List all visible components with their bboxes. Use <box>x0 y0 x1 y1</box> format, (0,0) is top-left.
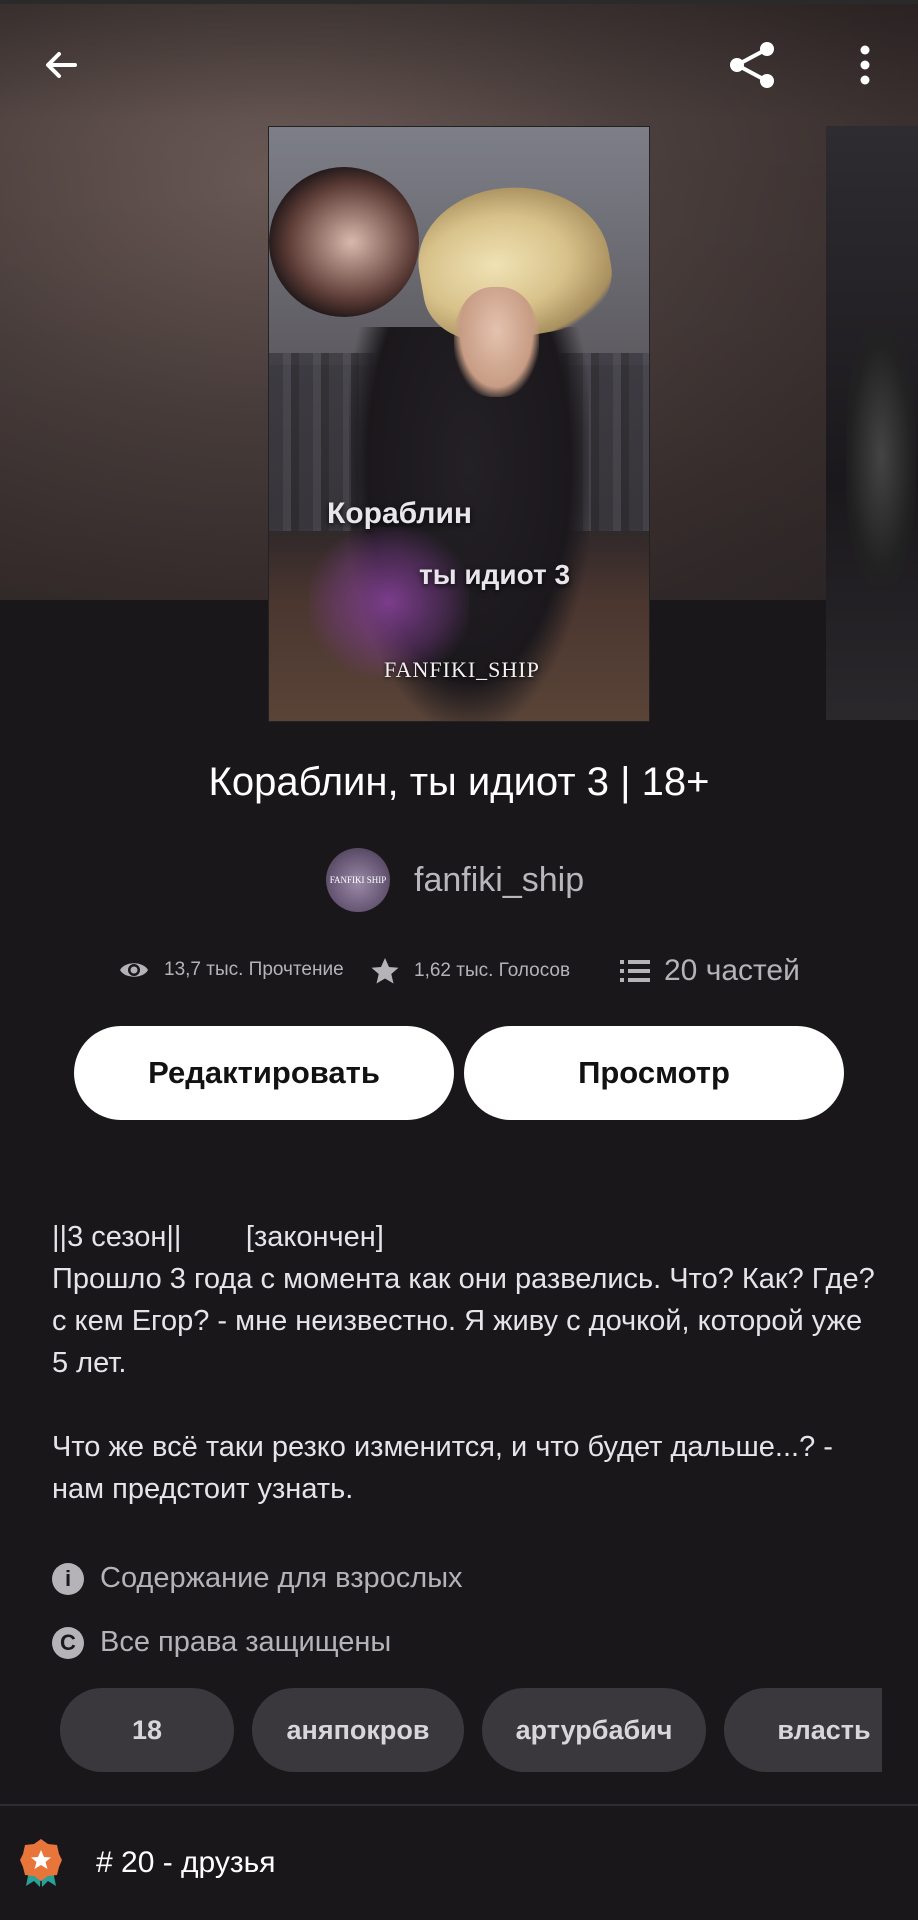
next-story-cover[interactable] <box>826 126 918 720</box>
ranking-row[interactable]: # 20 - друзья <box>20 1838 276 1888</box>
more-vertical-icon <box>860 45 870 85</box>
info-icon: i <box>52 1562 84 1595</box>
story-cover[interactable]: Кораблин ты идиот 3 FANFIKI_SHIP <box>268 126 650 722</box>
tag-chip[interactable]: аняпокров <box>252 1688 464 1772</box>
tag-chip[interactable]: 18 <box>60 1688 234 1772</box>
arrow-left-icon <box>46 52 77 78</box>
parts-stat[interactable]: 20 частей <box>620 954 800 988</box>
status-divider <box>0 0 918 4</box>
share-button[interactable] <box>718 30 788 100</box>
list-icon <box>620 960 650 982</box>
preview-button[interactable]: Просмотр <box>464 1026 844 1120</box>
copyright-icon: C <box>52 1626 84 1659</box>
mature-content-label: Содержание для взрослых <box>100 1562 463 1594</box>
tag-chip[interactable]: артурбабич <box>482 1688 706 1772</box>
section-divider <box>0 1804 918 1806</box>
star-icon <box>371 958 399 984</box>
tags-row: 18 аняпокров артурбабич власть <box>60 1688 882 1774</box>
copyright-row: C Все права защищены <box>52 1626 391 1659</box>
tag-chip[interactable]: власть <box>724 1688 882 1772</box>
story-stats: 13,7 тыс. Прочтение 1,62 тыс. Голосов 20… <box>0 954 918 994</box>
avatar: FANFIKI SHIP <box>326 848 390 912</box>
reads-stat: 13,7 тыс. Прочтение <box>118 958 344 982</box>
author-name: fanfiki_ship <box>414 860 585 899</box>
author-link[interactable]: FANFIKI SHIP fanfiki_ship <box>326 848 584 912</box>
copyright-label: Все права защищены <box>100 1626 392 1658</box>
more-options-button[interactable] <box>830 30 900 100</box>
cover-title-line2: ты идиот 3 <box>419 559 571 590</box>
ranking-label: # 20 - друзья <box>96 1846 276 1879</box>
parts-count: 20 частей <box>664 954 800 987</box>
cover-title-line1: Кораблин <box>327 497 473 530</box>
story-description: ||3 сезон|| [закончен] Прошло 3 года с м… <box>52 1221 875 1505</box>
eye-icon <box>120 963 148 977</box>
edit-button[interactable]: Редактировать <box>74 1026 454 1120</box>
reads-count: 13,7 тыс. Прочтение <box>164 959 344 980</box>
cover-girl-figure <box>269 167 419 317</box>
story-title: Кораблин, ты идиот 3 | 18+ <box>208 760 710 804</box>
votes-stat: 1,62 тыс. Голосов <box>370 956 570 986</box>
votes-count: 1,62 тыс. Голосов <box>414 960 571 981</box>
cover-purple-accent <box>309 527 469 677</box>
share-icon <box>730 42 774 88</box>
mature-content-row: i Содержание для взрослых <box>52 1562 463 1595</box>
back-button[interactable] <box>26 30 96 100</box>
cover-face <box>454 287 539 397</box>
cover-brand: FANFIKI_SHIP <box>384 657 540 682</box>
award-badge-icon <box>20 1839 62 1887</box>
